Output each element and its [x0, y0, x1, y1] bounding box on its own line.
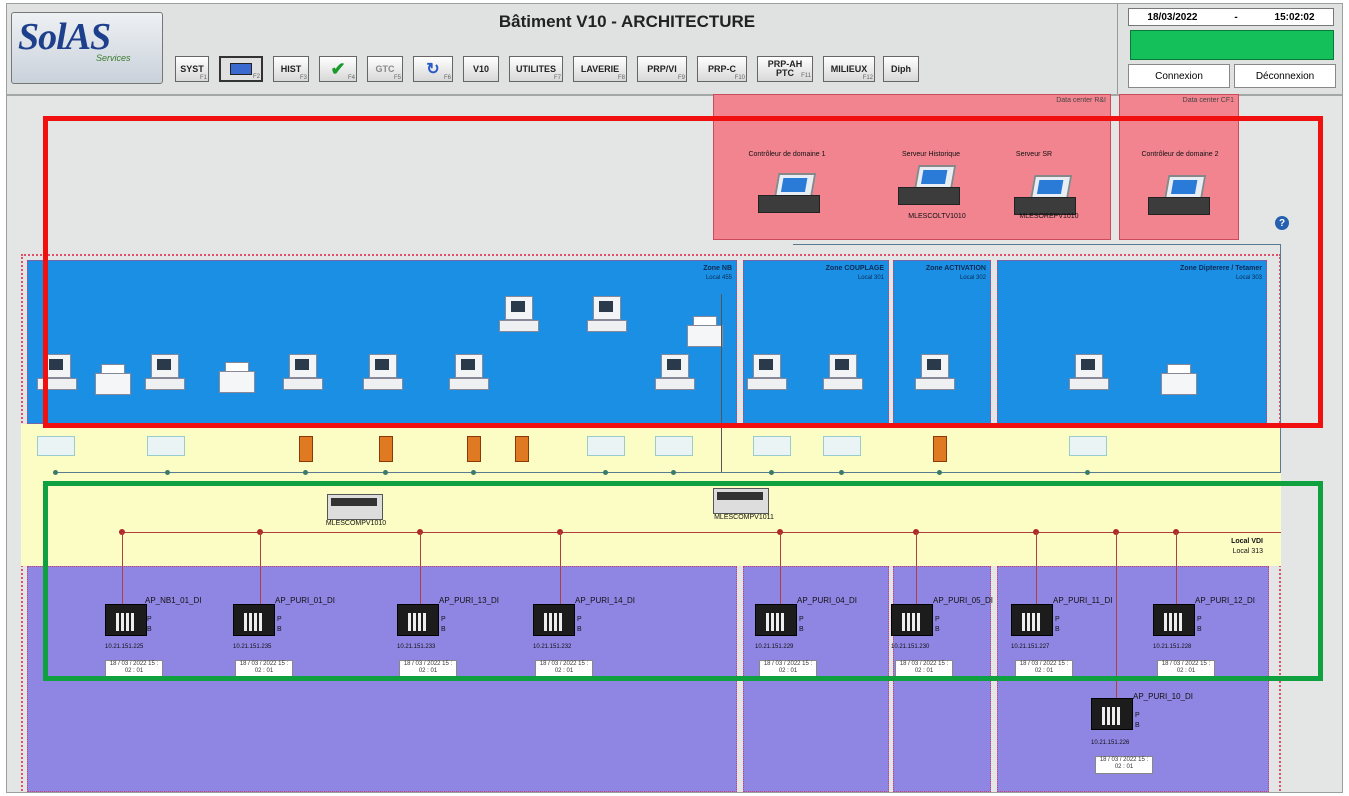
lan-node [53, 470, 58, 475]
nav-button-architecture[interactable]: F2 [219, 56, 263, 82]
network-switch[interactable] [823, 436, 861, 456]
header-bar: SolAS Services Bâtiment V10 - ARCHITECTU… [7, 4, 1342, 96]
lan-node [839, 470, 844, 475]
nav-button-v10[interactable]: V10 [463, 56, 499, 82]
network-switch[interactable] [147, 436, 185, 456]
lan-node [165, 470, 170, 475]
status-panel: 18/03/2022 - 15:02:02 Connexion Déconnex… [1117, 4, 1342, 94]
scada-window: SolAS Services Bâtiment V10 - ARCHITECTU… [6, 3, 1343, 793]
datacenter-title: Data center CF1 [1182, 97, 1234, 104]
nav-button-refresh[interactable]: ↻ F6 [413, 56, 453, 82]
firewall[interactable] [933, 436, 947, 462]
nav-button-diph[interactable]: Diph [883, 56, 919, 82]
date-value: 18/03/2022 [1147, 11, 1198, 23]
nav-button-milieux[interactable]: MILIEUX F12 [823, 56, 875, 82]
nav-button-alarms[interactable]: ✔ F4 [319, 56, 357, 82]
solas-logo: SolAS Services [11, 12, 163, 84]
plc-timestamp: 18 / 03 / 2022 15 : 02 : 01 [1095, 756, 1153, 774]
lan-node [471, 470, 476, 475]
date-time-display: 18/03/2022 - 15:02:02 [1128, 8, 1334, 26]
checkmark-icon: ✔ [330, 58, 346, 79]
lan-node [603, 470, 608, 475]
firewall[interactable] [379, 436, 393, 462]
firewall[interactable] [299, 436, 313, 462]
date-separator: - [1234, 11, 1238, 23]
plc-name: AP_PURI_10_DI [1133, 692, 1194, 701]
nav-button-prp-c[interactable]: PRP-C F10 [697, 56, 747, 82]
time-value: 15:02:02 [1274, 11, 1315, 23]
plc-p-label: P [1135, 712, 1140, 719]
nav-button-prp-vi[interactable]: PRP/VI F9 [637, 56, 687, 82]
connexion-button[interactable]: Connexion [1128, 64, 1230, 88]
network-switch[interactable] [587, 436, 625, 456]
plc-b-label: B [1135, 722, 1140, 729]
nav-button-laverie[interactable]: LAVERIE F8 [573, 56, 627, 82]
nav-button-gtc[interactable]: GTC F5 [367, 56, 403, 82]
highlight-box-red [43, 116, 1323, 428]
lan-node [769, 470, 774, 475]
deconnexion-button[interactable]: Déconnexion [1234, 64, 1336, 88]
highlight-box-green [43, 481, 1323, 681]
nav-button-hist[interactable]: HIST F3 [273, 56, 309, 82]
network-switch[interactable] [753, 436, 791, 456]
lan-bus [55, 472, 1281, 473]
lan-node [1085, 470, 1090, 475]
lan-node [937, 470, 942, 475]
nav-button-syst[interactable]: SYST F1 [175, 56, 209, 82]
page-title: Bâtiment V10 - ARCHITECTURE [498, 12, 756, 31]
nav-button-utilites[interactable]: UTILITES F7 [509, 56, 563, 82]
firewall[interactable] [467, 436, 481, 462]
lan-node [383, 470, 388, 475]
network-icon [230, 63, 252, 75]
firewall[interactable] [515, 436, 529, 462]
alarm-banner[interactable] [1130, 30, 1334, 60]
lan-node [671, 470, 676, 475]
lan-node [303, 470, 308, 475]
nav-button-prp-ah[interactable]: PRP-AH PTC F11 [757, 56, 813, 82]
network-switch[interactable] [1069, 436, 1107, 456]
network-switch[interactable] [655, 436, 693, 456]
plc-ip: 10.21.151.226 [1091, 740, 1130, 746]
datacenter-title: Data center R&I [1056, 97, 1106, 104]
refresh-icon: ↻ [426, 61, 440, 78]
plc-unit[interactable] [1091, 698, 1133, 730]
logo-subtitle: Services [96, 53, 131, 63]
network-switch[interactable] [37, 436, 75, 456]
